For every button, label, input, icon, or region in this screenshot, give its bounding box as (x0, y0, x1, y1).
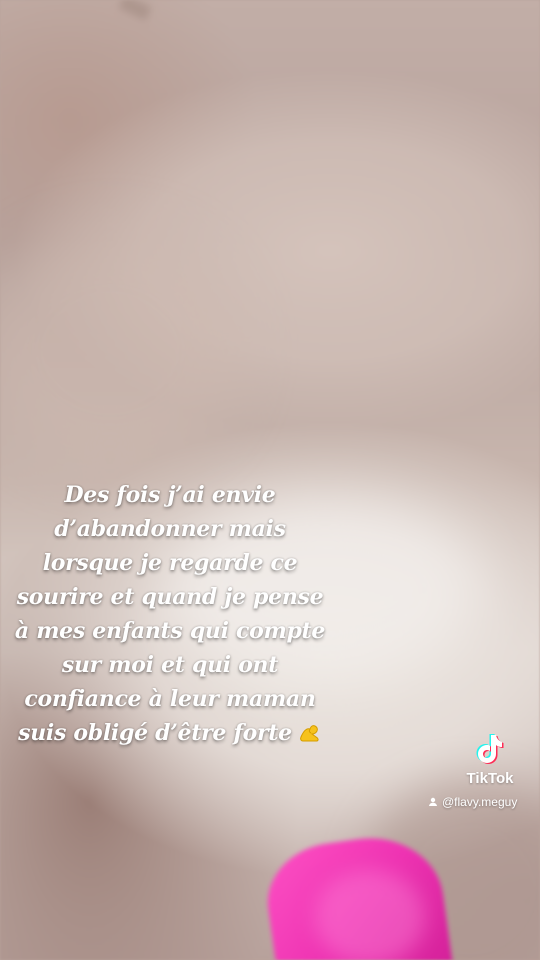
flexed-biceps-icon (298, 722, 322, 742)
caption-line-2: d’abandonner mais (54, 516, 286, 542)
caption-line-1: Des fois j’ai envie (64, 482, 276, 508)
video-screen: Des fois j’ai envie d’abandonner mais lo… (0, 0, 540, 960)
caption-line-8: suis obligé d’être forte (18, 720, 292, 746)
caption-line-5: à mes enfants qui compte (14, 618, 326, 644)
tiktok-logo-icon (469, 728, 511, 770)
caption-line-7: confiance à leur maman (24, 686, 316, 712)
caption-line-3: lorsque je regarde ce (42, 550, 298, 576)
top-shadow-mark (118, 0, 152, 21)
caption-line-4: sourire et quand je pense (16, 584, 324, 610)
tiktok-username: @flavy.meguy (428, 793, 540, 811)
tiktok-brand-text: TikTok (466, 770, 514, 787)
caption-line-8-wrapper: suis obligé d’être forte (0, 716, 340, 750)
username-text: @flavy.meguy (442, 795, 518, 809)
video-caption: Des fois j’ai envie d’abandonner mais lo… (0, 478, 340, 750)
pink-clothing-highlight (315, 870, 425, 960)
caption-line-6: sur moi et qui ont (61, 652, 279, 678)
left-skin-area (0, 230, 240, 470)
user-icon (428, 797, 438, 807)
